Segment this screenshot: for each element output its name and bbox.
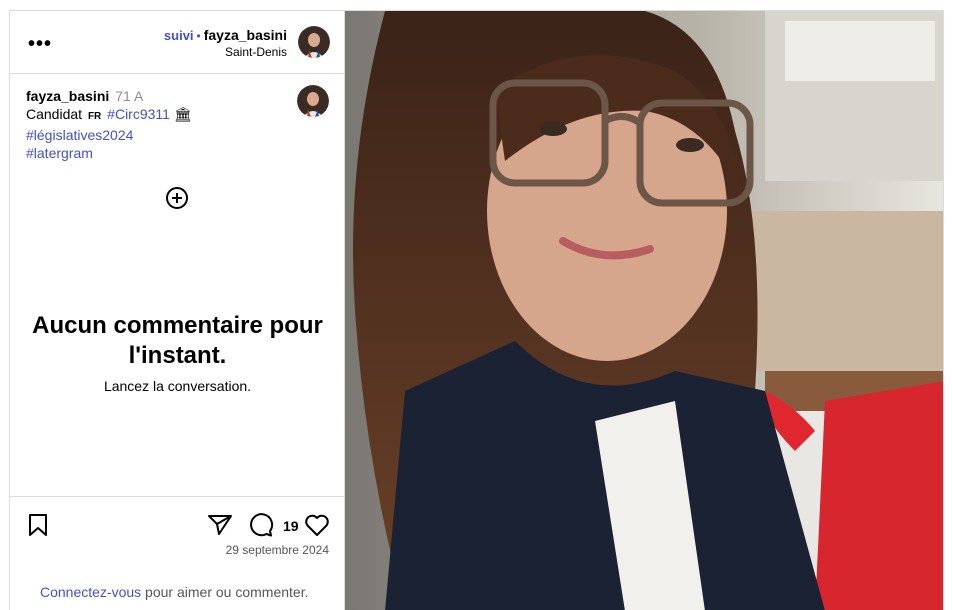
separator-dot: • — [196, 29, 201, 43]
hashtag-latergram[interactable]: #latergram — [26, 145, 93, 161]
bookmark-icon[interactable] — [27, 513, 49, 542]
login-link[interactable]: Connectez-vous — [40, 584, 141, 600]
like-count: 19 — [283, 518, 299, 534]
post-location[interactable]: Saint-Denis — [164, 45, 287, 59]
author-username[interactable]: fayza_basini — [204, 27, 287, 43]
login-text: pour aimer ou commenter. — [141, 584, 309, 600]
building-icon: 🏛 — [173, 106, 192, 122]
plus-circle-icon[interactable] — [165, 186, 189, 210]
no-comments-title: Aucun commentaire pour l'instant. — [32, 312, 323, 369]
hashtag-circ9311[interactable]: #Circ9311 — [107, 106, 170, 122]
post-actions: 19 29 septembre 2024 — [10, 496, 345, 581]
post-caption: fayza_basini 71 A Candidat FR #Circ9311 🏛… — [26, 87, 286, 162]
hashtag-legislatives2024[interactable]: #législatives2024 — [26, 127, 133, 143]
caption-avatar[interactable] — [297, 85, 329, 117]
caption-username[interactable]: fayza_basini — [26, 88, 109, 104]
heart-icon[interactable] — [304, 513, 330, 542]
comment-icon[interactable] — [248, 512, 274, 543]
caption-text: Candidat — [26, 106, 83, 122]
post-side-panel: ••• suivi • fayza_basini Saint-Denis fay… — [9, 10, 345, 610]
author-info: suivi • fayza_basini Saint-Denis — [164, 27, 287, 59]
post-age: 71 A — [115, 88, 144, 104]
share-icon[interactable] — [207, 513, 233, 542]
login-prompt: Connectez-vous pour aimer ou commenter. — [40, 584, 308, 600]
avatar[interactable] — [298, 26, 330, 58]
post-header: ••• suivi • fayza_basini Saint-Denis — [10, 11, 345, 74]
flag-fr: FR — [87, 111, 102, 122]
follow-button[interactable]: suivi — [164, 28, 194, 43]
post-photo — [344, 10, 944, 610]
no-comments-subtitle: Lancez la conversation. — [103, 378, 252, 394]
more-horizontal-icon[interactable]: ••• — [28, 33, 52, 56]
post-date: 29 septembre 2024 — [225, 543, 329, 557]
